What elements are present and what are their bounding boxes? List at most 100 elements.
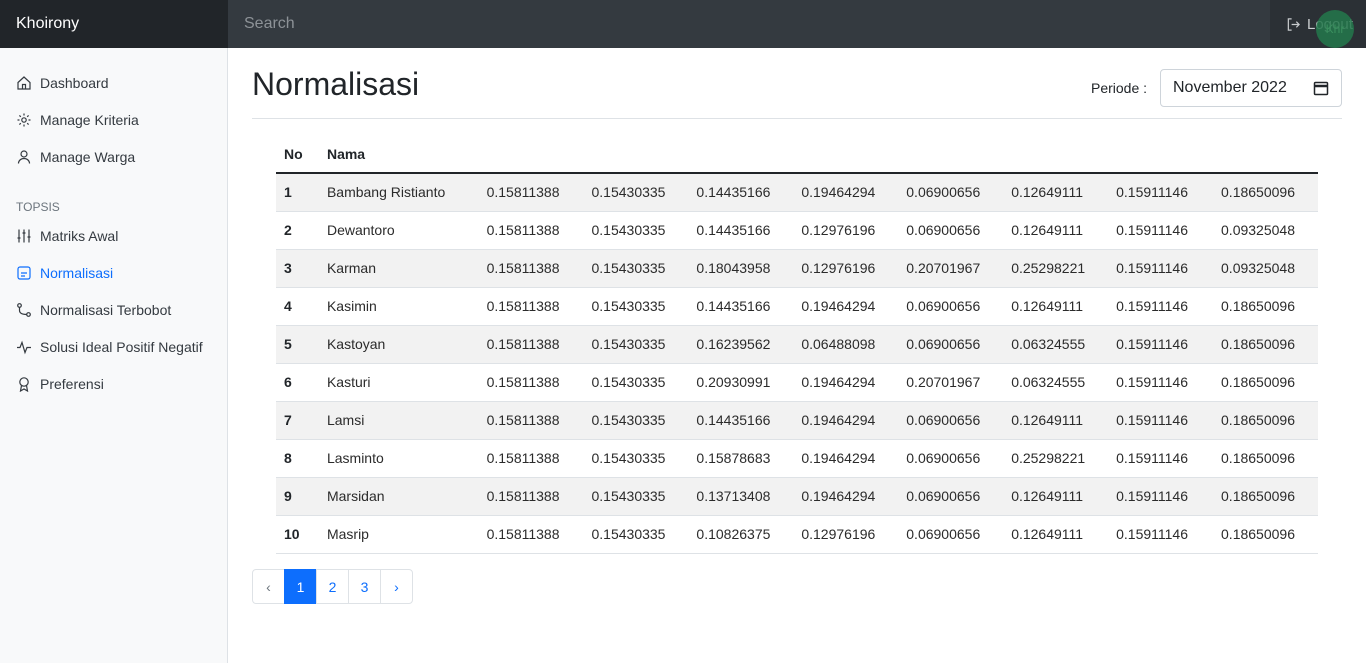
row-value: 0.09325048 — [1213, 249, 1318, 288]
row-value: 0.13713408 — [688, 477, 794, 516]
row-number: 9 — [276, 477, 319, 516]
row-name: Kasimin — [318, 287, 479, 326]
table-body: 1 Bambang Ristianto 0.15811388 0.15430335 0.… — [276, 173, 1318, 554]
row-value: 0.15811388 — [478, 287, 584, 326]
row-name: Marsidan — [318, 477, 479, 516]
sidebar-section-heading: TOPSIS — [16, 200, 60, 214]
row-value: 0.15911146 — [1108, 211, 1214, 250]
sidebar-item-preferensi[interactable]: Preferensi — [16, 373, 104, 395]
row-number: 4 — [276, 287, 319, 326]
pagination-next-button[interactable]: › — [380, 569, 413, 604]
row-value: 0.18650096 — [1213, 439, 1318, 478]
pagination-prev-button[interactable]: ‹ — [252, 569, 285, 604]
row-value: 0.18043958 — [688, 249, 794, 288]
title-divider — [252, 118, 1342, 119]
pagination-page-1[interactable]: 1 — [284, 569, 317, 604]
row-value: 0.12976196 — [793, 211, 899, 250]
row-number: 1 — [276, 173, 319, 212]
brand-logo[interactable]: Khoirony — [0, 0, 228, 48]
column-header-nama: Nama — [318, 135, 479, 174]
row-value: 0.15811388 — [478, 211, 584, 250]
row-value: 0.06324555 — [1003, 325, 1109, 364]
row-value: 0.15811388 — [478, 249, 584, 288]
row-value: 0.15911146 — [1108, 515, 1214, 554]
sidebar-item-label: Matriks Awal — [40, 228, 119, 244]
sidebar-item-solusi-ideal[interactable]: Solusi Ideal Positif Negatif — [16, 336, 203, 358]
table-row: 4 Kasimin 0.15811388 0.15430335 0.14435166 0.… — [276, 287, 1318, 326]
sidebar-item-normalisasi-terbobot[interactable]: Normalisasi Terbobot — [16, 299, 171, 321]
row-number: 2 — [276, 211, 319, 250]
row-value: 0.15430335 — [583, 287, 689, 326]
row-value: 0.15430335 — [583, 211, 689, 250]
row-value: 0.06900656 — [898, 211, 1004, 250]
row-name: Lamsi — [318, 401, 479, 440]
form-icon — [17, 266, 31, 280]
row-value: 0.18650096 — [1213, 173, 1318, 212]
row-name: Lasminto — [318, 439, 479, 478]
column-header — [688, 135, 794, 174]
row-value: 0.12649111 — [1003, 211, 1109, 250]
sidebar-item-label: Normalisasi — [40, 265, 114, 281]
sidebar-item-manage-kriteria[interactable]: Manage Kriteria — [16, 109, 139, 131]
table-row: 9 Marsidan 0.15811388 0.15430335 0.13713408 0… — [276, 477, 1318, 516]
row-value: 0.15430335 — [583, 363, 689, 402]
row-value: 0.12649111 — [1003, 401, 1109, 440]
row-value: 0.15430335 — [583, 401, 689, 440]
row-value: 0.15911146 — [1108, 401, 1214, 440]
navbar-right: Logout Khr — [1270, 0, 1366, 48]
period-value: November 2022 — [1173, 79, 1287, 96]
row-value: 0.15811388 — [478, 515, 584, 554]
row-value: 0.18650096 — [1213, 287, 1318, 326]
avatar[interactable]: Khr — [1316, 10, 1354, 48]
row-value: 0.19464294 — [793, 401, 899, 440]
column-header — [1213, 135, 1318, 174]
row-value: 0.15811388 — [478, 477, 584, 516]
sliders-icon — [17, 229, 31, 243]
row-value: 0.15911146 — [1108, 325, 1214, 364]
search-input[interactable]: Search — [228, 0, 1270, 48]
row-value: 0.09325048 — [1213, 211, 1318, 250]
pagination-page-2[interactable]: 2 — [316, 569, 349, 604]
normalisasi-table: No Nama 1 Bambang Ristianto 0.15811388 0.15… — [276, 135, 1318, 554]
sidebar-item-label: Dashboard — [40, 75, 109, 91]
row-value: 0.18650096 — [1213, 325, 1318, 364]
row-value: 0.15811388 — [478, 325, 584, 364]
sidebar-item-matriks-awal[interactable]: Matriks Awal — [16, 225, 118, 247]
row-value: 0.15811388 — [478, 363, 584, 402]
sidebar-item-manage-warga[interactable]: Manage Warga — [16, 146, 135, 168]
period-month-input[interactable]: November 2022 — [1160, 69, 1342, 107]
row-value: 0.06900656 — [898, 515, 1004, 554]
sidebar-item-label: Manage Warga — [40, 149, 136, 165]
row-value: 0.15811388 — [478, 173, 584, 212]
person-icon — [17, 150, 31, 164]
pagination-page-3[interactable]: 3 — [348, 569, 381, 604]
row-value: 0.06900656 — [898, 173, 1004, 212]
sidebar-item-normalisasi[interactable]: Normalisasi — [16, 262, 113, 284]
table-row: 3 Karman 0.15811388 0.15430335 0.18043958 0.1… — [276, 249, 1318, 288]
row-value: 0.19464294 — [793, 287, 899, 326]
row-number: 7 — [276, 401, 319, 440]
row-value: 0.10826375 — [688, 515, 794, 554]
column-header — [898, 135, 1004, 174]
row-value: 0.12649111 — [1003, 477, 1109, 516]
row-value: 0.15430335 — [583, 173, 689, 212]
sidebar: Dashboard Manage Kriteria Manage Warga T… — [0, 48, 228, 663]
row-value: 0.19464294 — [793, 439, 899, 478]
row-value: 0.14435166 — [688, 173, 794, 212]
table-row: 7 Lamsi 0.15811388 0.15430335 0.14435166 0.19… — [276, 401, 1318, 440]
sidebar-item-dashboard[interactable]: Dashboard — [16, 72, 109, 94]
row-number: 6 — [276, 363, 319, 402]
row-value: 0.15911146 — [1108, 363, 1214, 402]
pagination: ‹ 1 2 3 › — [252, 569, 413, 604]
column-header-no: No — [276, 135, 319, 174]
table-row: 2 Dewantoro 0.15811388 0.15430335 0.14435166… — [276, 211, 1318, 250]
row-value: 0.06900656 — [898, 287, 1004, 326]
calendar-icon[interactable] — [1313, 80, 1329, 96]
row-value: 0.20701967 — [898, 249, 1004, 288]
row-value: 0.19464294 — [793, 477, 899, 516]
column-header — [1003, 135, 1109, 174]
row-value: 0.06324555 — [1003, 363, 1109, 402]
row-name: Kasturi — [318, 363, 479, 402]
table-row: 1 Bambang Ristianto 0.15811388 0.15430335 0.… — [276, 173, 1318, 212]
row-value: 0.15430335 — [583, 325, 689, 364]
